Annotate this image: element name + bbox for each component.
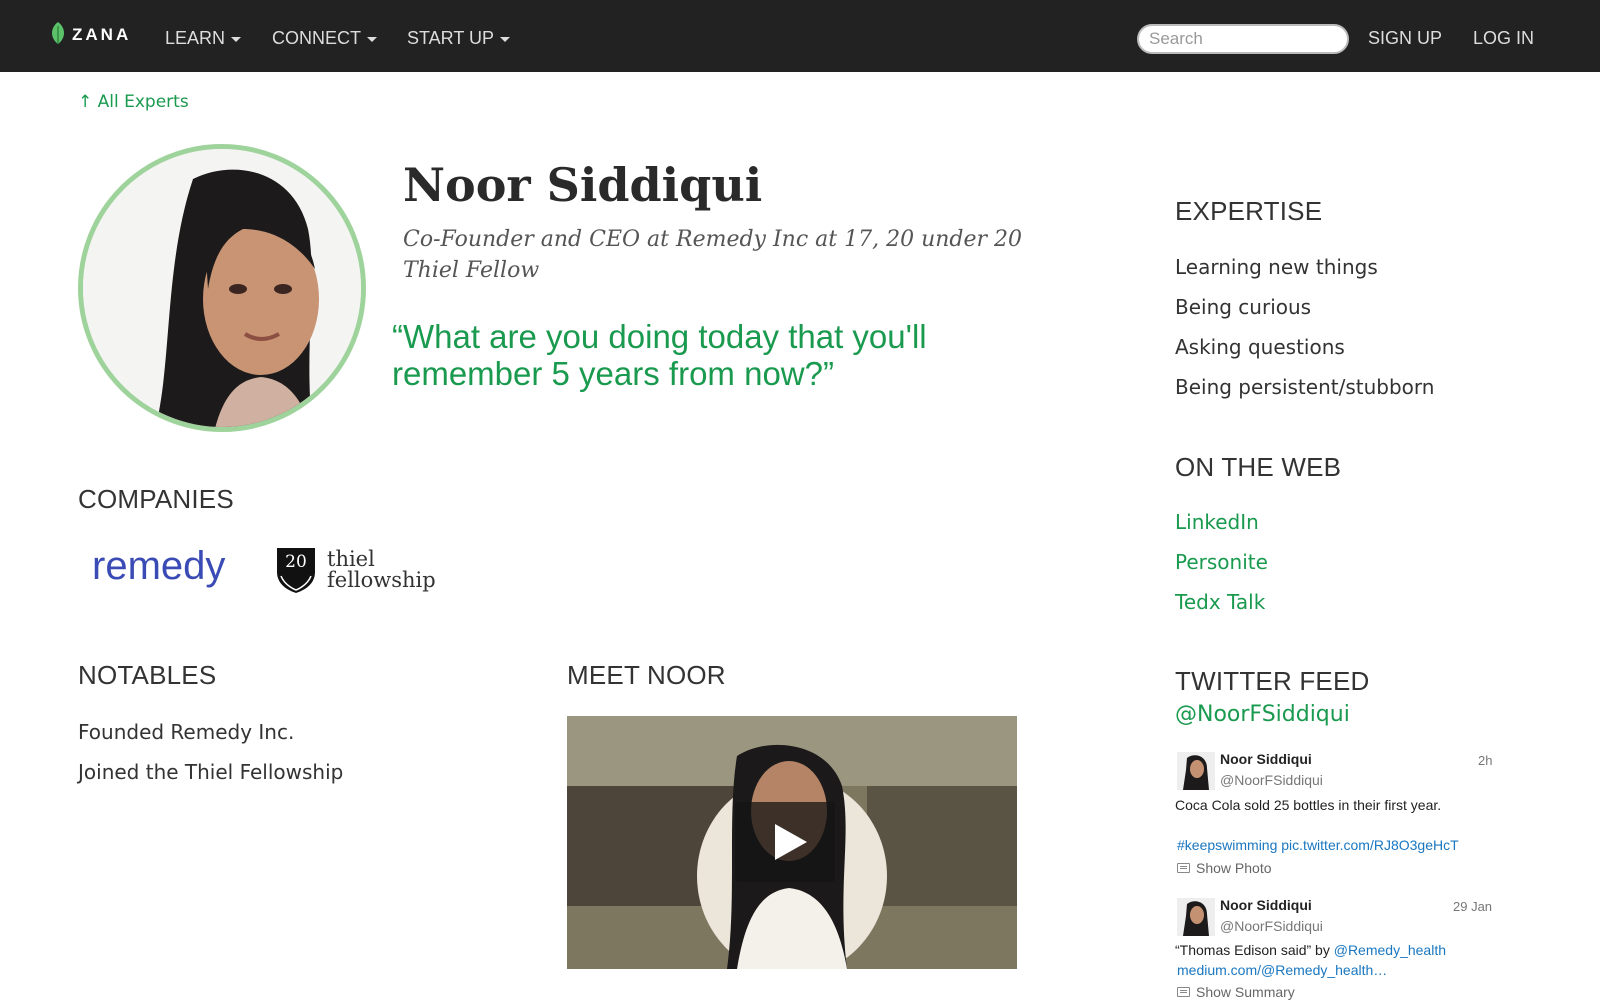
profile-name: Noor Siddiqui (403, 158, 763, 212)
play-button[interactable] (735, 802, 835, 882)
thiel-line-2: fellowship (327, 568, 436, 592)
expertise-item: Asking questions (1175, 335, 1345, 359)
notables-heading: NOTABLES (78, 660, 217, 690)
web-heading: ON THE WEB (1175, 452, 1342, 482)
tweet-author-name[interactable]: Noor Siddiqui (1220, 897, 1312, 913)
all-experts-link[interactable]: ↑ All Experts (78, 92, 189, 112)
top-nav: ZANA LEARN CONNECT START UP SIGN UP LOG … (0, 0, 1600, 72)
meet-heading: MEET NOOR (567, 660, 726, 690)
tweet-mention-link[interactable]: @Remedy_health (1334, 942, 1446, 958)
tweet-text-prefix: “Thomas Edison said” by (1175, 942, 1334, 958)
thiel-wordmark: thiel fellowship (327, 549, 436, 591)
notable-item: Joined the Thiel Fellowship (78, 760, 344, 784)
summary-icon (1177, 987, 1190, 997)
profile-title: Co-Founder and CEO at Remedy Inc at 17, … (403, 227, 1023, 283)
show-summary-label: Show Summary (1196, 984, 1295, 1000)
thiel-badge-number: 20 (285, 552, 307, 572)
tweet-avatar[interactable] (1177, 898, 1215, 936)
show-summary-button[interactable]: Show Summary (1177, 984, 1295, 1000)
tedx-link[interactable]: Tedx Talk (1175, 590, 1265, 614)
show-photo-button[interactable]: Show Photo (1177, 860, 1272, 876)
twitter-handle-link[interactable]: @NoorFSiddiqui (1175, 702, 1350, 727)
search-input[interactable] (1137, 24, 1349, 54)
shield-icon: 20 (275, 546, 317, 594)
thiel-line-1: thiel (327, 547, 375, 571)
companies-heading: COMPANIES (78, 484, 234, 514)
show-photo-label: Show Photo (1196, 860, 1272, 876)
logo[interactable]: ZANA (48, 20, 131, 50)
expertise-item: Learning new things (1175, 255, 1378, 279)
tweet-text: Coca Cola sold 25 bottles in their first… (1175, 797, 1442, 813)
tweet-url-link[interactable]: medium.com/@Remedy_health… (1177, 962, 1387, 978)
notable-item: Founded Remedy Inc. (78, 720, 295, 744)
chevron-down-icon (231, 37, 242, 42)
intro-video[interactable] (567, 716, 1017, 969)
tweet-text: “Thomas Edison said” by @Remedy_health (1175, 942, 1505, 958)
nav-startup-label: START UP (407, 28, 495, 48)
thiel-fellowship-logo[interactable]: 20 thiel fellowship (275, 546, 436, 594)
nav-learn[interactable]: LEARN (165, 28, 242, 49)
remedy-logo[interactable]: remedy (92, 544, 225, 589)
tweet-avatar[interactable] (1177, 752, 1215, 790)
expertise-item: Being curious (1175, 295, 1312, 319)
nav-startup[interactable]: START UP (407, 28, 511, 49)
nav-learn-label: LEARN (165, 28, 226, 48)
tweet-author-name[interactable]: Noor Siddiqui (1220, 751, 1312, 767)
play-icon (775, 824, 807, 860)
tweet-time[interactable]: 2h (1478, 753, 1492, 768)
profile-quote: “What are you doing today that you'll re… (392, 318, 927, 392)
profile-photo (78, 144, 366, 432)
login-link[interactable]: LOG IN (1473, 28, 1534, 49)
nav-connect-label: CONNECT (272, 28, 361, 48)
logo-text: ZANA (72, 25, 132, 44)
signup-link[interactable]: SIGN UP (1368, 28, 1442, 49)
tweet-author-handle[interactable]: @NoorFSiddiqui (1220, 918, 1323, 934)
expertise-item: Being persistent/stubborn (1175, 375, 1435, 399)
leaf-icon (48, 20, 68, 50)
twitter-heading: TWITTER FEED (1175, 666, 1370, 696)
nav-connect[interactable]: CONNECT (272, 28, 377, 49)
expertise-heading: EXPERTISE (1175, 196, 1323, 226)
photo-icon (1177, 863, 1190, 873)
tweet-hashtag-link[interactable]: #keepswimming pic.twitter.com/RJ8O3geHcT (1177, 837, 1459, 853)
chevron-down-icon (500, 37, 511, 42)
personite-link[interactable]: Personite (1175, 550, 1268, 574)
tweet-time[interactable]: 29 Jan (1453, 899, 1492, 914)
tweet-author-handle[interactable]: @NoorFSiddiqui (1220, 772, 1323, 788)
linkedin-link[interactable]: LinkedIn (1175, 510, 1259, 534)
chevron-down-icon (367, 37, 377, 42)
